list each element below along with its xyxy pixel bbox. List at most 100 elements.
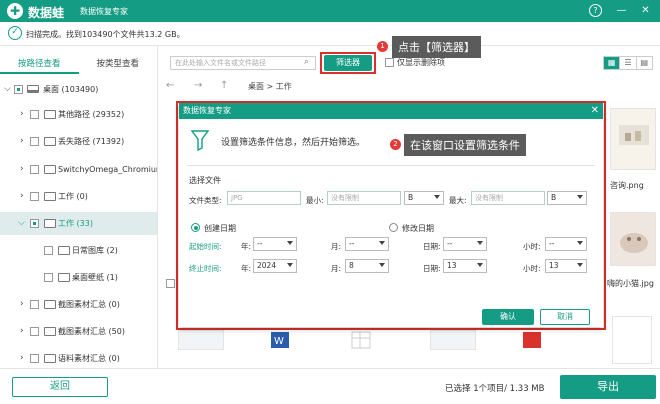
file-thumbnail[interactable] [612, 316, 652, 364]
file-type-input[interactable]: JPG [227, 191, 301, 205]
tree-item-other-paths[interactable]: › 其他路径 (29352) [0, 103, 157, 126]
tree-checkbox[interactable] [30, 354, 39, 363]
chevron-right-icon[interactable]: › [20, 130, 24, 153]
chevron-down-icon[interactable]: ⌵ [18, 212, 25, 235]
chevron-right-icon[interactable]: › [20, 347, 24, 368]
search-input[interactable]: 在此处输入文件名或文件路径 [170, 56, 316, 70]
caret-down-icon [379, 263, 385, 267]
end-hour-select[interactable]: 13 [545, 259, 587, 273]
end-month-select[interactable]: 8 [345, 259, 389, 273]
tree-item-screenshots-50[interactable]: › 截图素材汇总 (50) [0, 320, 157, 343]
file-thumbnail[interactable] [610, 212, 656, 266]
detail-view-icon[interactable]: ▤ [637, 57, 652, 69]
start-hour-select[interactable]: -- [545, 237, 587, 251]
dialog-title-bar: 数据恢复专家 ✕ [179, 103, 603, 119]
export-button[interactable]: 导出 [560, 375, 656, 399]
caret-down-icon [477, 263, 483, 267]
file-thumbnail[interactable] [430, 330, 476, 350]
grid-view-icon[interactable]: ▦ [604, 57, 621, 69]
tree-item-corpus[interactable]: › 语料素材汇总 (0) [0, 347, 157, 368]
modify-date-radio[interactable] [389, 223, 398, 232]
minimize-icon[interactable]: — [614, 3, 629, 18]
month-label: 月: [331, 264, 342, 273]
back-arrow-icon[interactable]: ← [166, 80, 174, 91]
excel-file-icon[interactable] [350, 330, 372, 350]
bottom-bar: 返回 已选择 1个项目/ 1.33 MB 导出 [0, 368, 660, 404]
tree-item-screenshots-0[interactable]: › 截图素材汇总 (0) [0, 293, 157, 316]
tree-checkbox[interactable] [30, 219, 39, 228]
tree-checkbox[interactable] [30, 192, 39, 201]
tab-by-path[interactable]: 按路径查看 [0, 54, 79, 74]
caret-down-icon [287, 263, 293, 267]
pdf-file-icon[interactable] [520, 330, 546, 350]
only-deleted-checkbox[interactable] [385, 58, 394, 67]
path-navigation: ← → ↑ 桌面 > 工作 [160, 78, 660, 94]
word-file-icon[interactable]: W [268, 330, 294, 350]
up-arrow-icon[interactable]: ↑ [220, 80, 228, 91]
start-year-select[interactable]: -- [253, 237, 297, 251]
tree-item-daily-gallery[interactable]: 日常图库 (2) [0, 239, 157, 262]
file-thumbnail[interactable] [178, 330, 224, 350]
forward-arrow-icon[interactable]: → [194, 80, 202, 91]
file-thumbnail[interactable] [610, 108, 656, 170]
close-icon[interactable]: ✕ [591, 103, 599, 119]
help-icon[interactable]: ? [589, 4, 602, 17]
chevron-right-icon[interactable]: › [20, 103, 24, 126]
min-size-input[interactable]: 没有限制 [327, 191, 401, 205]
file-checkbox[interactable] [166, 279, 175, 288]
tree-checkbox[interactable] [30, 137, 39, 146]
tree-checkbox[interactable] [30, 110, 39, 119]
chevron-right-icon[interactable]: › [20, 293, 24, 316]
folder-tree: ⌵ 桌面 (103490) › 其他路径 (29352) › 丢失路径 (713… [0, 78, 157, 368]
step-two-badge: 2 [390, 139, 401, 150]
file-caption: 嗨的小猫.jpg [607, 279, 654, 288]
tree-checkbox[interactable] [14, 85, 23, 94]
tree-item-work-0[interactable]: › 工作 (0) [0, 185, 157, 208]
hour-label: 小时: [523, 264, 541, 273]
tree-item-desktop[interactable]: ⌵ 桌面 (103490) [0, 78, 157, 101]
modify-date-label: 修改日期 [402, 224, 434, 233]
tree-item-lost-paths[interactable]: › 丢失路径 (71392) [0, 130, 157, 153]
chevron-right-icon[interactable]: › [20, 320, 24, 343]
close-icon[interactable]: ✕ [638, 3, 653, 18]
app-name: 数据蛙 [28, 6, 65, 20]
step-two-callout: 在该窗口设置筛选条件 [404, 134, 526, 156]
tree-checkbox[interactable] [30, 165, 39, 174]
folder-icon [44, 354, 56, 363]
start-day-select[interactable]: -- [443, 237, 487, 251]
filter-button[interactable]: 筛选器 [324, 55, 372, 71]
tree-checkbox[interactable] [30, 327, 39, 336]
max-size-unit-select[interactable]: B [547, 191, 587, 205]
scan-status-bar: ✓ 扫描完成。找到103490个文件共13.2 GB。 [0, 22, 660, 46]
min-size-unit-select[interactable]: B [404, 191, 444, 205]
chevron-right-icon[interactable]: › [20, 158, 24, 181]
tree-item-work-33[interactable]: ⌵ 工作 (33) [0, 212, 157, 235]
start-month-select[interactable]: -- [345, 237, 389, 251]
chevron-right-icon[interactable]: › [20, 185, 24, 208]
image-thumbnail-icon [619, 125, 649, 145]
folder-icon [58, 273, 70, 282]
tree-checkbox[interactable] [30, 300, 39, 309]
confirm-button[interactable]: 确认 [482, 309, 534, 325]
search-icon[interactable]: ⌕ [304, 57, 309, 67]
folder-icon [44, 219, 56, 228]
filter-dialog: 数据恢复专家 ✕ 设置筛选条件信息，然后开始筛选。 选择文件 文件类型: JPG… [179, 103, 603, 327]
chevron-down-icon[interactable]: ⌵ [4, 78, 11, 101]
tree-checkbox[interactable] [44, 273, 53, 282]
create-date-radio[interactable] [191, 223, 200, 232]
funnel-icon [191, 130, 209, 151]
tree-item-wallpaper[interactable]: 桌面壁纸 (1) [0, 266, 157, 289]
end-day-select[interactable]: 13 [443, 259, 487, 273]
max-size-input[interactable]: 没有限制 [471, 191, 545, 205]
cancel-button[interactable]: 取消 [540, 309, 590, 325]
hour-label: 小时: [523, 242, 541, 251]
list-view-icon[interactable]: ☰ [620, 57, 637, 69]
title-bar: ✚ 数据蛙 数据恢复专家 ? — ✕ [0, 0, 660, 22]
back-button[interactable]: 返回 [12, 377, 108, 397]
tab-by-type[interactable]: 按类型查看 [79, 54, 158, 74]
tree-checkbox[interactable] [44, 246, 53, 255]
cat-thumbnail-icon [620, 233, 648, 253]
end-year-select[interactable]: 2024 [253, 259, 297, 273]
caret-down-icon [379, 241, 385, 245]
tree-item-switchyomega[interactable]: › SwitchyOmega_Chromium [0, 158, 157, 181]
